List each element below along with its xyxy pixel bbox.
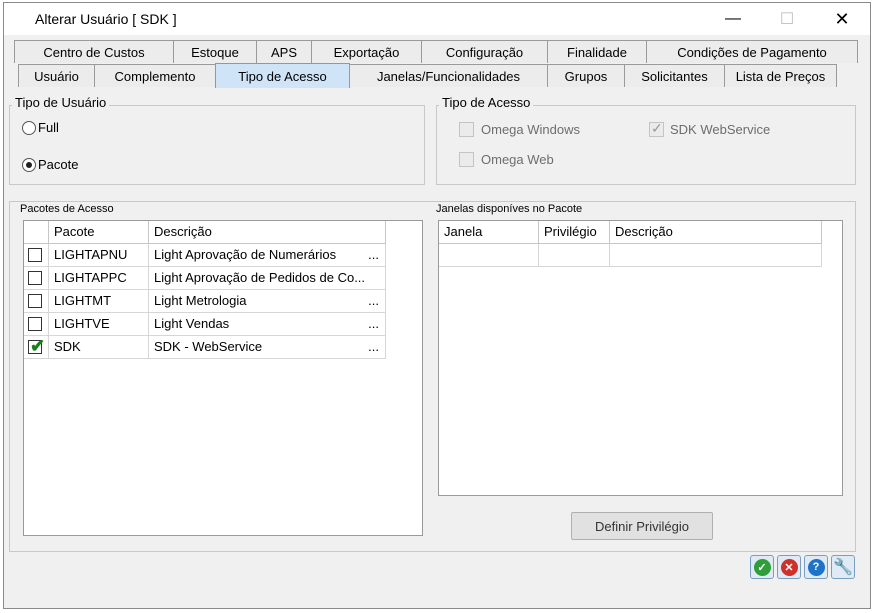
tab-janelas-funcionalidades[interactable]: Janelas/Funcionalidades xyxy=(349,64,548,87)
cell-descricao-text: Light Aprovação de Numerários xyxy=(154,247,337,262)
maximize-icon: ☐ xyxy=(779,11,795,28)
cell-descricao: Light Aprovação de Numerários ... xyxy=(149,244,386,267)
more-button[interactable]: ... xyxy=(368,244,379,266)
row-checkbox[interactable]: ✔ xyxy=(28,336,45,356)
grid-header-descricao[interactable]: Descrição xyxy=(149,221,386,244)
minimize-icon: — xyxy=(725,10,741,27)
tab-exportacao[interactable]: Exportação xyxy=(311,40,422,63)
table-row[interactable]: LIGHTVE Light Vendas ... xyxy=(24,313,422,336)
table-row[interactable]: LIGHTAPPC Light Aprovação de Pedidos de … xyxy=(24,267,422,290)
radio-full-label: Full xyxy=(38,120,59,135)
radio-full[interactable] xyxy=(22,121,36,135)
pacotes-grid: Pacote Descrição LIGHTAPNU Light Aprovaç… xyxy=(23,220,423,536)
grid-header-janela[interactable]: Janela xyxy=(439,221,539,244)
cell-pacote: LIGHTAPPC xyxy=(49,267,149,290)
tab-finalidade[interactable]: Finalidade xyxy=(547,40,647,63)
help-icon: ? xyxy=(807,558,825,576)
grid-header-select xyxy=(24,221,49,244)
cell-descricao: SDK - WebService ... xyxy=(149,336,386,359)
more-button[interactable]: ... xyxy=(368,336,379,358)
checkbox-sdk-webservice[interactable] xyxy=(649,120,664,137)
cancel-icon: ✕ xyxy=(780,558,798,576)
omega-web-label: Omega Web xyxy=(481,152,554,167)
row-checkbox[interactable] xyxy=(28,271,42,285)
more-button[interactable]: ... xyxy=(368,290,379,312)
cell-descricao: Light Aprovação de Pedidos de Co... xyxy=(149,267,386,290)
cell-descricao-text: Light Metrologia xyxy=(154,293,247,308)
table-row[interactable]: ✔ SDK SDK - WebService ... xyxy=(24,336,422,359)
title-bar: Alterar Usuário [ SDK ] — ☐ ✕ xyxy=(4,3,870,35)
cell-descricao xyxy=(610,244,822,267)
cell-janela xyxy=(439,244,539,267)
row-checkbox[interactable] xyxy=(28,317,42,331)
close-icon: ✕ xyxy=(834,8,850,29)
green-check-icon: ✔ xyxy=(30,336,46,356)
tab-condicoes-de-pagamento[interactable]: Condições de Pagamento xyxy=(646,40,858,63)
tab-solicitantes[interactable]: Solicitantes xyxy=(624,64,725,87)
tipo-usuario-group xyxy=(9,105,425,185)
radio-pacote-label: Pacote xyxy=(38,157,79,172)
check-icon: ✓ xyxy=(753,558,771,576)
tab-tipo-de-acesso[interactable]: Tipo de Acesso xyxy=(215,63,350,88)
tab-centro-de-custos[interactable]: Centro de Custos xyxy=(14,40,174,63)
cell-pacote: SDK xyxy=(49,336,149,359)
tab-estoque[interactable]: Estoque xyxy=(173,40,257,63)
tab-grupos[interactable]: Grupos xyxy=(547,64,625,87)
tab-configuracao[interactable]: Configuração xyxy=(421,40,548,63)
window-title: Alterar Usuário [ SDK ] xyxy=(35,11,177,27)
janelas-grid: Janela Privilégio Descrição xyxy=(438,220,843,496)
tools-button[interactable]: 🔧 xyxy=(831,555,855,579)
ok-button[interactable]: ✓ xyxy=(750,555,774,579)
checkbox-omega-windows[interactable] xyxy=(459,122,474,137)
cell-descricao-text: Light Aprovação de Pedidos de Co... xyxy=(154,270,366,285)
grid-header-pacote[interactable]: Pacote xyxy=(49,221,149,244)
minimize-button[interactable]: — xyxy=(710,3,756,35)
wrench-icon: 🔧 xyxy=(833,559,853,576)
cell-descricao: Light Metrologia ... xyxy=(149,290,386,313)
table-row[interactable]: LIGHTMT Light Metrologia ... xyxy=(24,290,422,313)
radio-pacote[interactable] xyxy=(22,158,36,172)
cell-pacote: LIGHTAPNU xyxy=(49,244,149,267)
cell-pacote: LIGHTVE xyxy=(49,313,149,336)
tipo-usuario-title: Tipo de Usuário xyxy=(12,95,110,110)
close-button[interactable]: ✕ xyxy=(819,3,865,35)
tab-aps[interactable]: APS xyxy=(256,40,312,63)
row-checkbox[interactable] xyxy=(28,248,42,262)
help-button[interactable]: ? xyxy=(804,555,828,579)
janelas-title: Janelas disponíves no Pacote xyxy=(433,203,586,215)
cancel-button[interactable]: ✕ xyxy=(777,555,801,579)
cell-descricao-text: SDK - WebService xyxy=(154,339,263,354)
tipo-acesso-title: Tipo de Acesso xyxy=(439,95,534,110)
grid-header-descricao[interactable]: Descrição xyxy=(610,221,822,244)
cell-pacote: LIGHTMT xyxy=(49,290,149,313)
omega-windows-label: Omega Windows xyxy=(481,122,580,137)
cell-descricao-text: Light Vendas xyxy=(154,316,230,331)
checkbox-omega-web[interactable] xyxy=(459,152,474,167)
tipo-acesso-group xyxy=(436,105,856,185)
tab-usuario[interactable]: Usuário xyxy=(18,64,95,87)
grid-header-privilegio[interactable]: Privilégio xyxy=(539,221,610,244)
table-row[interactable] xyxy=(439,244,842,267)
more-button[interactable]: ... xyxy=(368,313,379,335)
tab-complemento[interactable]: Complemento xyxy=(94,64,216,87)
definir-privilegio-button[interactable]: Definir Privilégio xyxy=(571,512,713,540)
tab-lista-de-precos[interactable]: Lista de Preços xyxy=(724,64,837,87)
cell-descricao: Light Vendas ... xyxy=(149,313,386,336)
maximize-button[interactable]: ☐ xyxy=(764,3,810,35)
sdk-webservice-label: SDK WebService xyxy=(670,122,771,137)
table-row[interactable]: LIGHTAPNU Light Aprovação de Numerários … xyxy=(24,244,422,267)
pacotes-title: Pacotes de Acesso xyxy=(17,203,117,215)
row-checkbox[interactable] xyxy=(28,294,42,308)
cell-privilegio xyxy=(539,244,610,267)
dialog-window: Alterar Usuário [ SDK ] — ☐ ✕ Centro de … xyxy=(3,2,871,609)
